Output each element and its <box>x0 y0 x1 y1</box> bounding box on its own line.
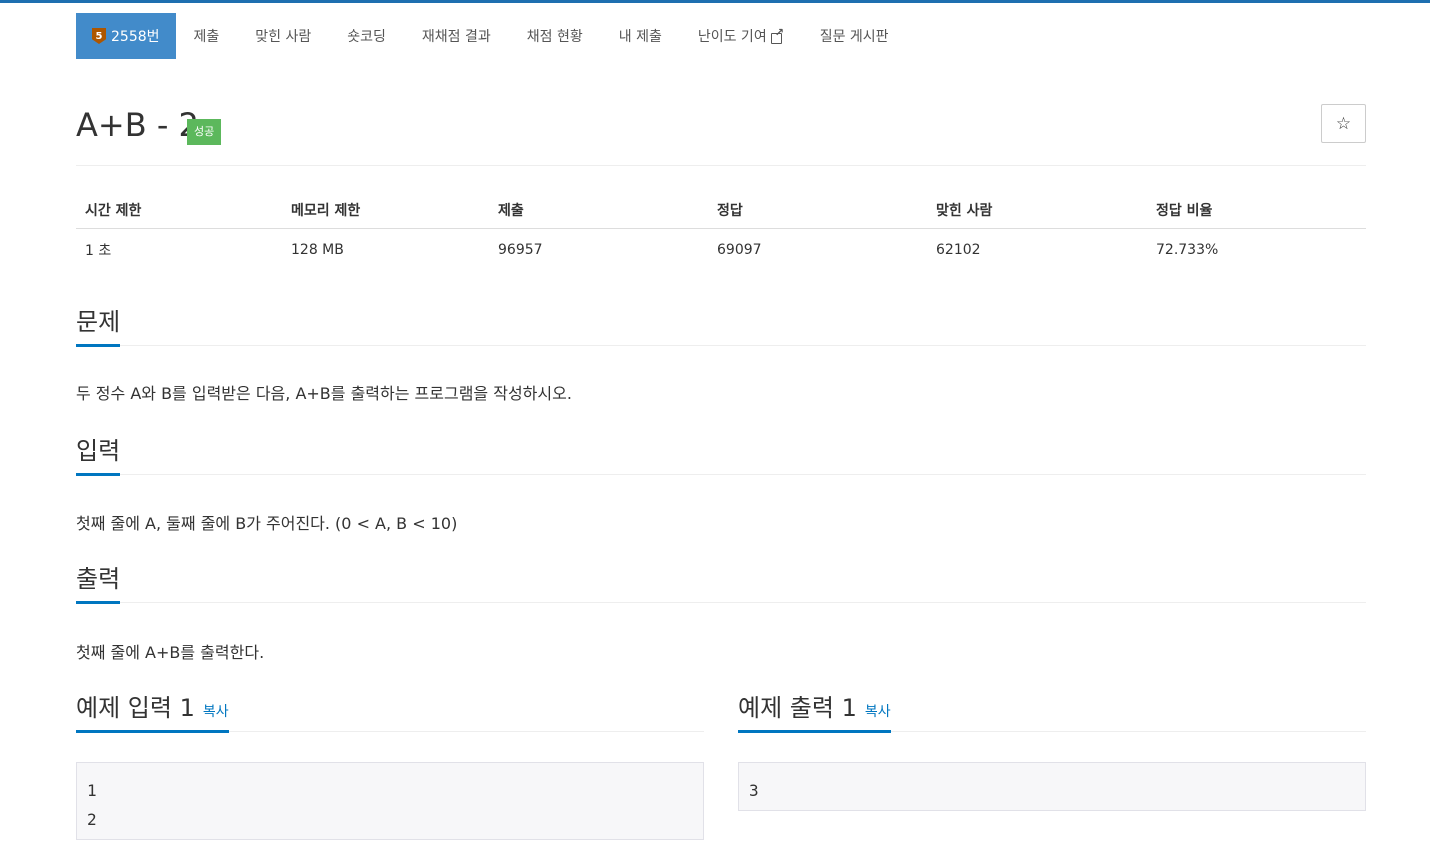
sample-output-line: 3 <box>749 781 759 800</box>
sample-input-box: 1 2 <box>76 762 704 840</box>
sample-input-title: 예제 입력 1 <box>76 694 195 722</box>
title-row: A+B - 2 성공 ☆ <box>76 104 1366 166</box>
nav-question-board[interactable]: 질문 게시판 <box>802 13 907 59</box>
value-accepted: 69097 <box>717 241 762 258</box>
result-badge: 성공 <box>187 119 222 145</box>
value-accept-ratio: 72.733% <box>1156 241 1219 258</box>
sample-input-line: 2 <box>87 810 97 829</box>
description-section-header: 문제 <box>76 304 1366 347</box>
sample-output-title: 예제 출력 1 <box>738 694 857 722</box>
value-memory-limit: 128 MB <box>291 241 344 258</box>
nav-judge-status[interactable]: 채점 현황 <box>509 13 601 59</box>
header-solved-users: 맞힌 사람 <box>927 192 1147 229</box>
table-row: 1 초 128 MB 96957 69097 62102 72.733% <box>76 229 1366 271</box>
problem-info-table: 시간 제한 메모리 제한 제출 정답 맞힌 사람 정답 비율 1 초 128 M… <box>76 192 1366 271</box>
sample-input-header: 예제 입력 1 복사 <box>76 690 704 733</box>
nav-solved-users[interactable]: 맞힌 사람 <box>237 13 329 59</box>
description-title: 문제 <box>76 305 121 347</box>
header-accept-ratio: 정답 비율 <box>1147 192 1366 229</box>
problem-menu: 5 2558번 제출 맞힌 사람 숏코딩 재채점 결과 채점 현황 내 제출 난… <box>76 13 907 59</box>
header-memory-limit: 메모리 제한 <box>282 192 489 229</box>
sample-input-copy-link[interactable]: 복사 <box>203 704 229 720</box>
value-submissions: 96957 <box>498 241 543 258</box>
sample-output-header: 예제 출력 1 복사 <box>738 690 1366 733</box>
nav-problem-number[interactable]: 5 2558번 <box>76 13 176 59</box>
input-title: 입력 <box>76 434 121 476</box>
sample-input-line: 1 <box>87 781 97 800</box>
header-submissions: 제출 <box>489 192 708 229</box>
nav-my-submissions[interactable]: 내 제출 <box>601 13 680 59</box>
nav-difficulty-contribution[interactable]: 난이도 기여 <box>680 13 802 59</box>
output-section-header: 출력 <box>76 561 1366 604</box>
table-header-row: 시간 제한 메모리 제한 제출 정답 맞힌 사람 정답 비율 <box>76 192 1366 229</box>
nav-rejudge-results[interactable]: 재채점 결과 <box>404 13 509 59</box>
sample-input-title-wrap: 예제 입력 1 복사 <box>76 691 229 733</box>
value-solved-users: 62102 <box>936 241 981 258</box>
input-text: 첫째 줄에 A, 둘째 줄에 B가 주어진다. (0 < A, B < 10) <box>76 514 458 533</box>
input-section-header: 입력 <box>76 433 1366 476</box>
nav-problem-label: 2558번 <box>111 29 160 45</box>
output-text: 첫째 줄에 A+B를 출력한다. <box>76 643 265 662</box>
favorite-star-button[interactable]: ☆ <box>1321 104 1366 143</box>
nav-short-coding[interactable]: 숏코딩 <box>329 13 404 59</box>
star-icon: ☆ <box>1335 113 1352 134</box>
value-time-limit: 1 초 <box>85 242 112 259</box>
nav-difficulty-label: 난이도 기여 <box>697 29 767 45</box>
external-link-icon <box>770 26 784 44</box>
header-accepted: 정답 <box>708 192 927 229</box>
sample-output-copy-link[interactable]: 복사 <box>865 704 891 720</box>
output-title: 출력 <box>76 562 121 604</box>
nav-submit[interactable]: 제출 <box>176 13 238 59</box>
sample-output-title-wrap: 예제 출력 1 복사 <box>738 691 891 733</box>
sample-output-box: 3 <box>738 762 1366 811</box>
description-text: 두 정수 A와 B를 입력받은 다음, A+B를 출력하는 프로그램을 작성하시… <box>76 384 572 403</box>
top-accent-line <box>0 0 1430 3</box>
header-time-limit: 시간 제한 <box>76 192 282 229</box>
tier-badge-icon: 5 <box>92 28 106 44</box>
page-title: A+B - 2 <box>76 106 199 144</box>
